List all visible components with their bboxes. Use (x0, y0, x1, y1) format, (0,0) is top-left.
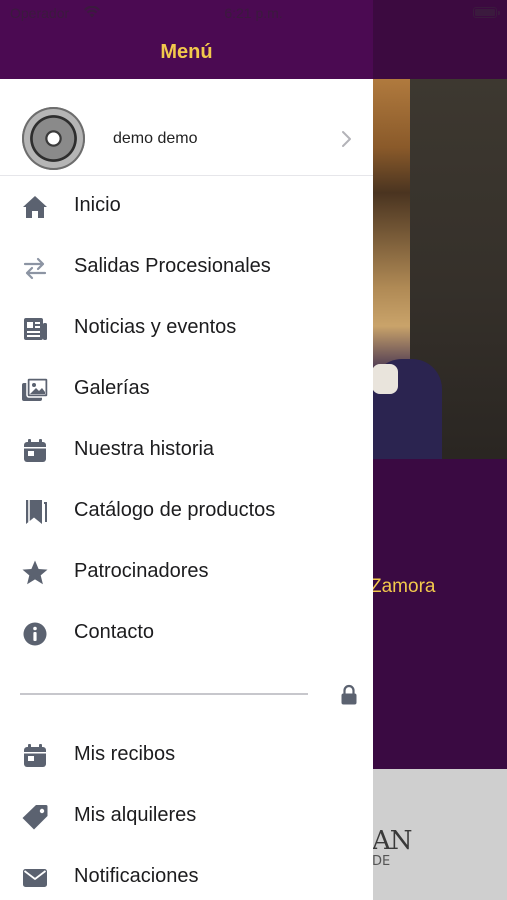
status-bar: Operador 6:21 p.m. (0, 0, 507, 26)
calendar-icon (20, 742, 50, 770)
statue-collar (372, 364, 398, 394)
background-logo-sub: DE (372, 854, 391, 869)
menu-item-mis-alquileres[interactable]: Mis alquileres (0, 786, 373, 847)
menu-item-mis-recibos[interactable]: Mis recibos (0, 725, 373, 786)
menu-item-patrocinadores[interactable]: Patrocinadores (0, 542, 373, 603)
menu-item-label: Galerías (74, 377, 150, 399)
menu-item-catalogo[interactable]: Catálogo de productos (0, 481, 373, 542)
drawer-title: Menú (160, 41, 213, 63)
lock-icon (341, 684, 357, 705)
divider-line (20, 693, 308, 695)
menu-item-noticias[interactable]: Noticias y eventos (0, 298, 373, 359)
menu-item-label: Mis alquileres (74, 804, 197, 826)
menu-item-nuestra-historia[interactable]: Nuestra historia (0, 420, 373, 481)
background-city-text: Zamora (370, 576, 436, 597)
profile-row[interactable]: demo demo (0, 100, 373, 176)
calendar-icon (20, 437, 50, 465)
info-icon (20, 620, 50, 648)
chevron-right-icon (342, 131, 351, 147)
menu-item-label: Inicio (74, 194, 121, 216)
arrows-exchange-icon (20, 254, 50, 282)
bookmark-icon (20, 498, 50, 526)
menu-item-label: Nuestra historia (74, 438, 215, 460)
menu-item-contacto[interactable]: Contacto (0, 603, 373, 664)
tag-icon (20, 803, 50, 831)
avatar (22, 107, 85, 170)
menu-item-label: Patrocinadores (74, 560, 209, 582)
menu-item-label: Contacto (74, 621, 155, 643)
menu-item-label: Salidas Procesionales (74, 255, 271, 277)
menu-item-label: Mis recibos (74, 743, 176, 765)
images-icon (20, 376, 50, 404)
menu-item-galerias[interactable]: Galerías (0, 359, 373, 420)
background-logo: AN (372, 826, 413, 856)
star-icon (20, 559, 50, 587)
clock-time: 6:21 p.m. (224, 5, 283, 21)
side-drawer: Menú demo demo Inicio Salidas Procesiona… (0, 0, 373, 900)
profile-name: demo demo (113, 130, 198, 147)
newspaper-icon (20, 315, 50, 343)
battery-icon (473, 7, 500, 18)
menu-item-notificaciones[interactable]: Notificaciones (0, 847, 373, 900)
private-section-divider (0, 675, 373, 715)
menu-item-inicio[interactable]: Inicio (0, 176, 373, 237)
envelope-icon (20, 864, 50, 892)
menu-item-label: Noticias y eventos (74, 316, 237, 338)
menu-item-label: Notificaciones (74, 865, 199, 887)
menu-item-salidas-procesionales[interactable]: Salidas Procesionales (0, 237, 373, 298)
menu-item-label: Catálogo de productos (74, 499, 276, 521)
home-icon (20, 193, 50, 221)
